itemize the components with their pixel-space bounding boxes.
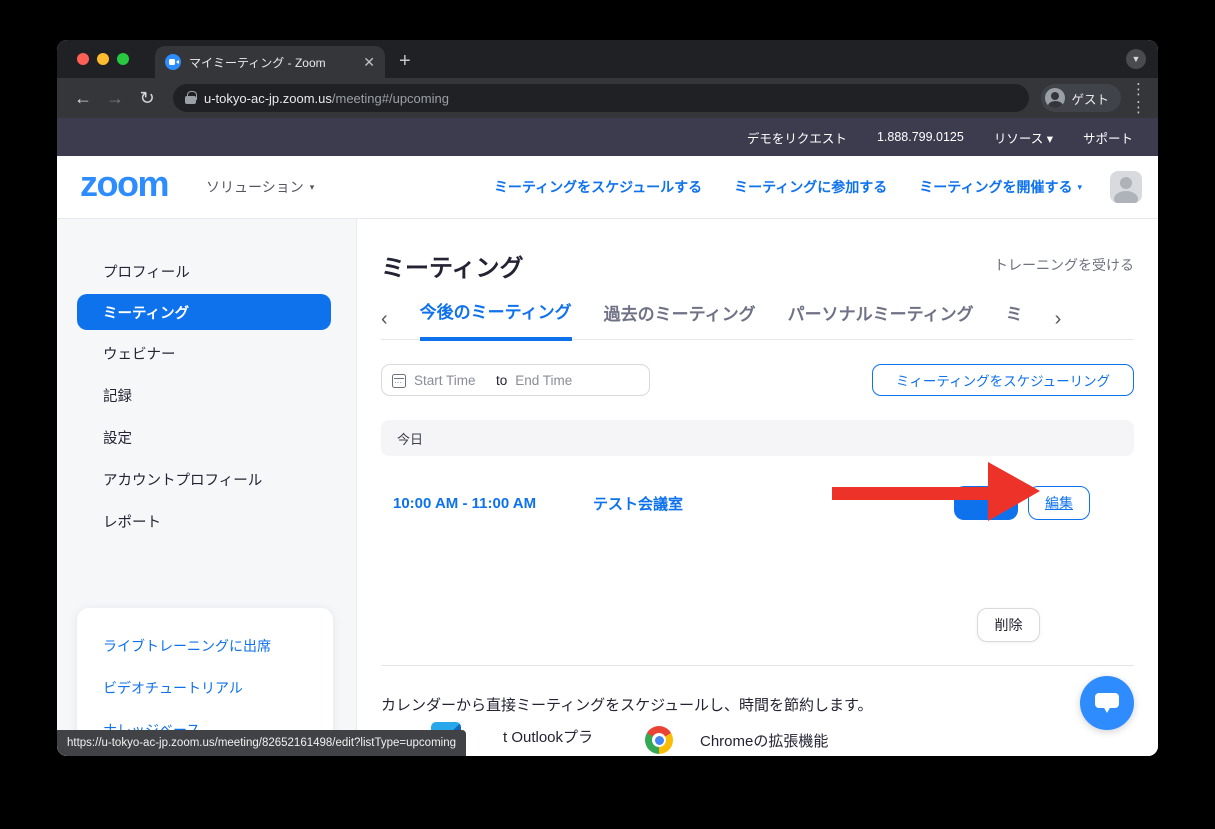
tab-strip: マイミーティング - Zoom ✕ + ▼ <box>57 40 1158 78</box>
date-range-picker[interactable]: to <box>381 364 650 396</box>
header-avatar[interactable] <box>1110 171 1142 203</box>
traffic-lights <box>77 53 129 65</box>
chrome-extension-icon[interactable] <box>645 726 673 754</box>
guest-avatar-icon <box>1045 88 1065 108</box>
reload-button[interactable]: ↻ <box>133 84 161 112</box>
sidebar-item-account-profile[interactable]: アカウントプロフィール <box>57 458 356 500</box>
to-label: to <box>496 373 507 388</box>
address-bar[interactable]: u-tokyo-ac-jp.zoom.us/meeting#/upcoming <box>173 84 1029 112</box>
page-title: ミーティング <box>381 248 524 283</box>
close-window-button[interactable] <box>77 53 89 65</box>
browser-toolbar: ← → ↻ u-tokyo-ac-jp.zoom.us/meeting#/upc… <box>57 78 1158 118</box>
zoom-topbar: デモをリクエスト 1.888.799.0125 リソース ▾ サポート <box>57 118 1158 156</box>
promo-divider <box>381 665 1134 666</box>
topbar-link-support[interactable]: サポート <box>1083 128 1133 147</box>
zoom-window-button[interactable] <box>117 53 129 65</box>
calendar-icon <box>392 374 406 388</box>
caret-down-icon: ▾ <box>1047 132 1053 146</box>
new-tab-button[interactable]: + <box>399 51 411 71</box>
guest-profile-badge[interactable]: ゲスト <box>1041 84 1121 112</box>
start-time-input[interactable] <box>414 373 488 388</box>
promo-text: カレンダーから直接ミーティングをスケジュールし、時間を節約します。 <box>381 694 1134 715</box>
tabs-prev-chevron-icon[interactable]: ‹ <box>381 309 388 339</box>
schedule-meeting-button[interactable]: ミィーティングをスケジューリング <box>872 364 1134 396</box>
sidebar-item-recordings[interactable]: 記録 <box>57 374 356 416</box>
chat-widget-button[interactable] <box>1080 676 1134 730</box>
browser-menu-kebab-icon[interactable]: ⋮⋮ <box>1131 80 1146 116</box>
training-link[interactable]: トレーニングを受ける <box>994 255 1134 275</box>
end-time-input[interactable] <box>515 373 589 388</box>
sidebar-item-profile[interactable]: プロフィール <box>57 250 356 292</box>
today-group-row: 今日 <box>381 420 1134 456</box>
browser-window: マイミーティング - Zoom ✕ + ▼ ← → ↻ u-tokyo-ac-j… <box>57 40 1158 756</box>
meeting-topic-link[interactable]: テスト会議室 <box>593 493 683 514</box>
minimize-window-button[interactable] <box>97 53 109 65</box>
header-nav: ミーティングをスケジュールする ミーティングに参加する ミーティングを開催する▾ <box>494 177 1082 197</box>
zoom-logo[interactable]: zoom <box>80 166 168 202</box>
chrome-extension-label[interactable]: Chromeの拡張機能 <box>700 730 828 751</box>
solutions-menu[interactable]: ソリューション ▾ <box>206 177 314 197</box>
tab-previous-meetings[interactable]: 過去のミーティング <box>604 300 756 339</box>
topbar-phone-number: 1.888.799.0125 <box>877 130 964 144</box>
help-link-live-training[interactable]: ライブトレーニングに出席 <box>103 636 333 656</box>
tab-close-icon[interactable]: ✕ <box>363 55 375 69</box>
zoom-header: zoom ソリューション ▾ ミーティングをスケジュールする ミーティングに参加… <box>57 156 1158 219</box>
caret-down-icon: ▾ <box>1077 182 1082 193</box>
tab-personal-meetings[interactable]: パーソナルミーティング <box>788 300 974 339</box>
help-link-video-tutorials[interactable]: ビデオチュートリアル <box>103 678 333 698</box>
tab-title: マイミーティング - Zoom <box>189 54 355 71</box>
tab-upcoming-meetings[interactable]: 今後のミーティング <box>420 298 572 341</box>
lock-icon <box>185 91 196 105</box>
zoom-favicon-icon <box>165 54 181 70</box>
nav-schedule-meeting[interactable]: ミーティングをスケジュールする <box>494 177 702 197</box>
caret-down-icon: ▾ <box>310 182 315 193</box>
topbar-link-resources[interactable]: リソース ▾ <box>994 128 1053 147</box>
red-arrow-annotation <box>827 458 1047 528</box>
nav-host-meeting[interactable]: ミーティングを開催する▾ <box>919 177 1082 197</box>
sidebar-item-reports[interactable]: レポート <box>57 500 356 542</box>
sidebar-item-settings[interactable]: 設定 <box>57 416 356 458</box>
tabs-next-chevron-icon[interactable]: › <box>1055 309 1062 339</box>
url-host: u-tokyo-ac-jp.zoom.us <box>204 91 332 106</box>
sidebar-item-meetings[interactable]: ミーティング <box>77 294 331 330</box>
zoom-web-portal: デモをリクエスト 1.888.799.0125 リソース ▾ サポート zoom… <box>57 118 1158 756</box>
meeting-tabs: ‹ 今後のミーティング 過去のミーティング パーソナルミーティング ミ › <box>381 298 1134 340</box>
today-label: 今日 <box>397 429 423 448</box>
browser-tab[interactable]: マイミーティング - Zoom ✕ <box>155 46 385 78</box>
back-button[interactable]: ← <box>69 84 97 112</box>
outlook-plugin-label[interactable]: t Outlookプラ <box>503 726 593 747</box>
tab-truncated[interactable]: ミ <box>1006 300 1023 339</box>
topbar-link-request-demo[interactable]: デモをリクエスト <box>747 128 847 147</box>
url-path: /meeting#/upcoming <box>332 91 449 106</box>
sidebar-item-webinars[interactable]: ウェビナー <box>57 332 356 374</box>
url-text: u-tokyo-ac-jp.zoom.us/meeting#/upcoming <box>204 91 449 106</box>
delete-meeting-button[interactable]: 削除 <box>977 608 1040 642</box>
status-bar-url: https://u-tokyo-ac-jp.zoom.us/meeting/82… <box>57 730 466 756</box>
guest-label: ゲスト <box>1071 89 1109 108</box>
forward-button[interactable]: → <box>101 84 129 112</box>
tab-search-chevron-icon[interactable]: ▼ <box>1126 49 1146 69</box>
sidebar: プロフィール ミーティング ウェビナー 記録 設定 アカウントプロフィール レポ… <box>57 219 357 756</box>
meeting-time: 10:00 AM - 11:00 AM <box>393 495 593 512</box>
nav-join-meeting[interactable]: ミーティングに参加する <box>734 177 887 197</box>
